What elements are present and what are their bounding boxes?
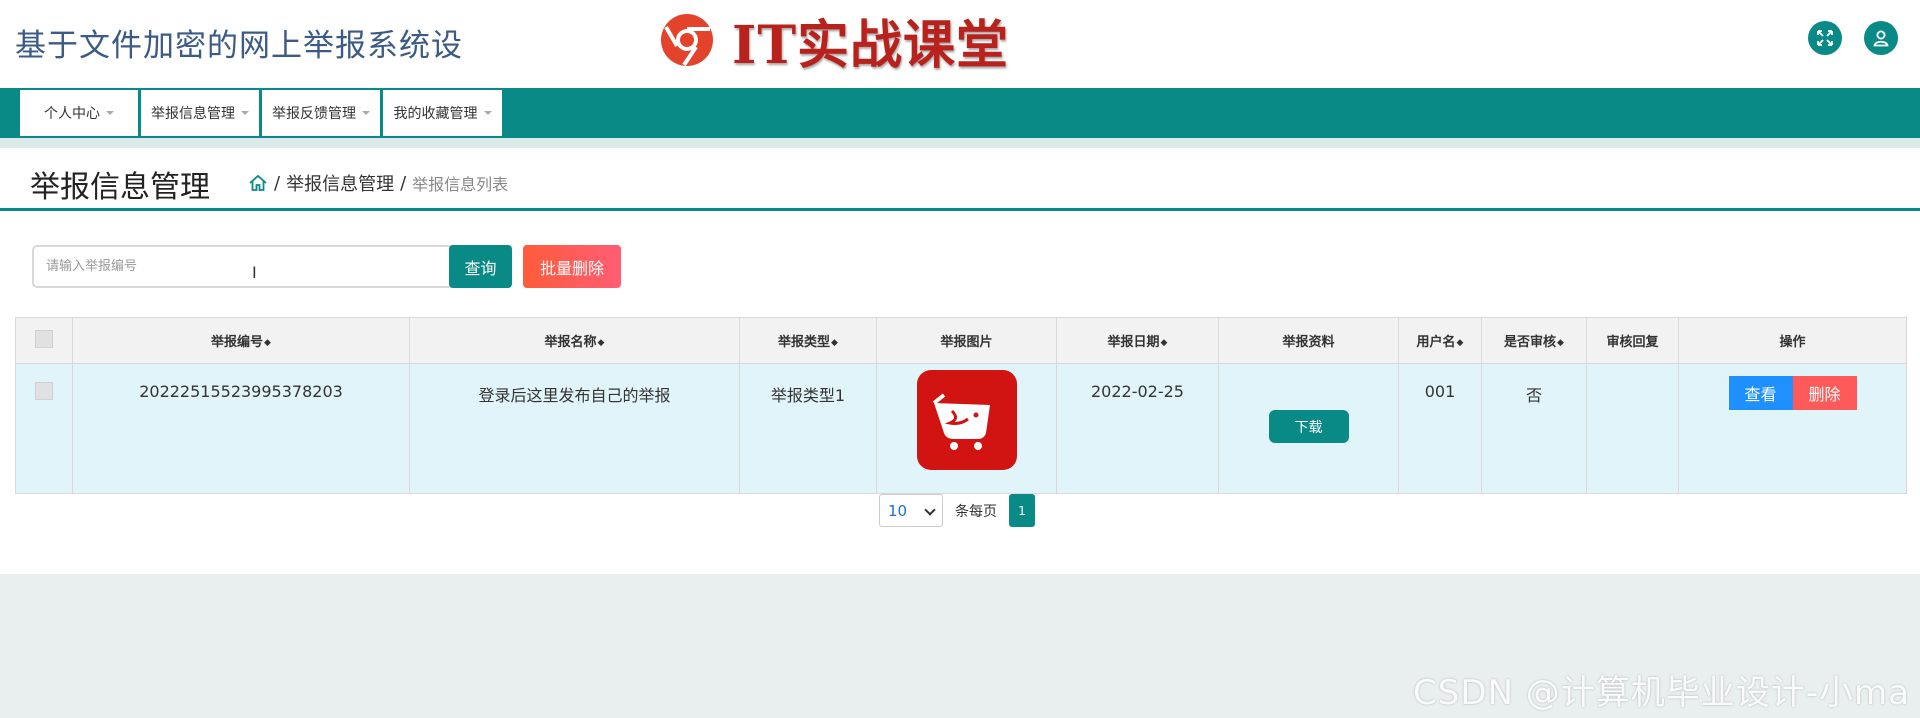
sort-icon: ◆ <box>1456 338 1464 348</box>
brand-logo-icon <box>661 14 713 67</box>
query-button[interactable]: 查询 <box>449 245 512 288</box>
breadcrumb-separator: / <box>274 172 281 194</box>
app-header: 基于文件加密的网上举报系统设 IT实战课堂 <box>0 0 1920 88</box>
app-logo-image <box>932 393 990 450</box>
page-number-button[interactable]: 1 <box>1009 494 1035 527</box>
column-header[interactable]: 用户名◆ <box>1398 317 1482 364</box>
row-actions: 查看 删除 <box>1728 376 1857 410</box>
nav-item-personal-center[interactable]: 个人中心 <box>20 90 138 136</box>
top-nav: 个人中心 举报信息管理 举报反馈管理 我的收藏管理 <box>0 88 1920 138</box>
column-header: 操作 <box>1678 317 1907 364</box>
sort-icon: ◆ <box>831 338 838 348</box>
cell-actions: 查看 删除 <box>1678 363 1907 494</box>
select-all-cell <box>15 317 73 364</box>
app-title: 基于文件加密的网上举报系统设 <box>15 28 463 64</box>
view-button[interactable]: 查看 <box>1728 376 1793 410</box>
home-icon[interactable] <box>248 173 268 193</box>
cell-report-image <box>876 363 1057 494</box>
nav-item-report-info[interactable]: 举报信息管理 <box>141 90 259 136</box>
column-header[interactable]: 是否审核◆ <box>1481 317 1587 364</box>
column-header[interactable]: 举报名称◆ <box>409 317 740 364</box>
sort-icon: ◆ <box>597 338 605 348</box>
caret-down-icon <box>106 111 114 115</box>
cell-review-reply <box>1586 363 1679 494</box>
row-select-cell <box>15 363 73 494</box>
nav-item-label: 举报反馈管理 <box>272 106 356 122</box>
brand-text: IT实战课堂 <box>732 14 1010 76</box>
sort-icon: ◆ <box>264 338 271 348</box>
nav-divider <box>0 138 1920 148</box>
column-header: 举报资料 <box>1218 317 1399 364</box>
cell-report-name: 登录后这里发布自己的举报 <box>409 363 740 494</box>
user-icon <box>1873 30 1889 47</box>
pagination: 10 条每页 1 <box>879 494 1035 527</box>
row-checkbox[interactable] <box>35 382 53 400</box>
caret-down-icon <box>362 111 370 115</box>
caret-down-icon <box>483 111 492 115</box>
breadcrumb-separator: / <box>400 172 407 194</box>
fullscreen-button[interactable] <box>1808 21 1842 55</box>
report-table: 举报编号◆ 举报名称◆ 举报类型◆ 举报图片 举报日期◆ 举报资料 用户名◆ 是… <box>15 317 1907 494</box>
column-header[interactable]: 举报类型◆ <box>739 317 877 364</box>
cell-report-material: 下载 <box>1218 363 1399 494</box>
nav-item-label: 举报信息管理 <box>151 106 235 122</box>
download-button[interactable]: 下载 <box>1268 410 1349 443</box>
nav-item-label: 我的收藏管理 <box>393 106 478 122</box>
cell-username: 001 <box>1398 363 1482 494</box>
watermark: CSDN @计算机毕业设计-小ma <box>1413 673 1910 713</box>
cell-reviewed: 否 <box>1481 363 1587 494</box>
expand-icon <box>1817 30 1833 46</box>
search-input[interactable] <box>32 245 462 288</box>
table-header-row: 举报编号◆ 举报名称◆ 举报类型◆ 举报图片 举报日期◆ 举报资料 用户名◆ 是… <box>15 317 1907 364</box>
column-header: 举报图片 <box>876 317 1057 364</box>
sort-icon: ◆ <box>1160 338 1168 348</box>
brand-banner: IT实战课堂 <box>660 4 1009 76</box>
text-cursor-icon: I <box>252 263 257 282</box>
user-button[interactable] <box>1864 21 1898 55</box>
title-divider <box>0 208 1920 211</box>
batch-delete-button[interactable]: 批量删除 <box>523 245 621 288</box>
cell-report-no: 20222515523995378203 <box>72 363 410 494</box>
breadcrumb-current: 举报信息列表 <box>412 175 509 194</box>
column-header: 审核回复 <box>1586 317 1679 364</box>
page-size-value: 10 <box>888 501 908 520</box>
column-header[interactable]: 举报编号◆ <box>72 317 410 364</box>
caret-down-icon <box>241 111 249 115</box>
table-row: 20222515523995378203 登录后这里发布自己的举报 举报类型1 <box>15 363 1907 494</box>
nav-item-label: 个人中心 <box>44 106 100 122</box>
cell-report-type: 举报类型1 <box>739 363 877 494</box>
nav-item-my-favorites[interactable]: 我的收藏管理 <box>383 90 502 136</box>
chevron-down-icon <box>924 504 936 516</box>
column-header[interactable]: 举报日期◆ <box>1056 317 1219 364</box>
per-page-label: 条每页 <box>955 503 997 520</box>
breadcrumb-level1[interactable]: 举报信息管理 <box>286 170 394 196</box>
sort-icon: ◆ <box>1557 338 1564 348</box>
page-title: 举报信息管理 <box>30 170 210 205</box>
breadcrumb: / 举报信息管理 / 举报信息列表 <box>248 170 508 196</box>
nav-item-report-feedback[interactable]: 举报反馈管理 <box>262 90 380 136</box>
delete-button[interactable]: 删除 <box>1792 376 1857 410</box>
select-all-checkbox[interactable] <box>35 329 53 348</box>
cell-report-date: 2022-02-25 <box>1056 363 1219 494</box>
report-thumbnail[interactable] <box>916 370 1017 470</box>
main-content: 举报信息管理 / 举报信息管理 / 举报信息列表 I 查询 批量删除 举报编号◆… <box>0 148 1920 574</box>
page-size-select[interactable]: 10 <box>879 494 943 527</box>
